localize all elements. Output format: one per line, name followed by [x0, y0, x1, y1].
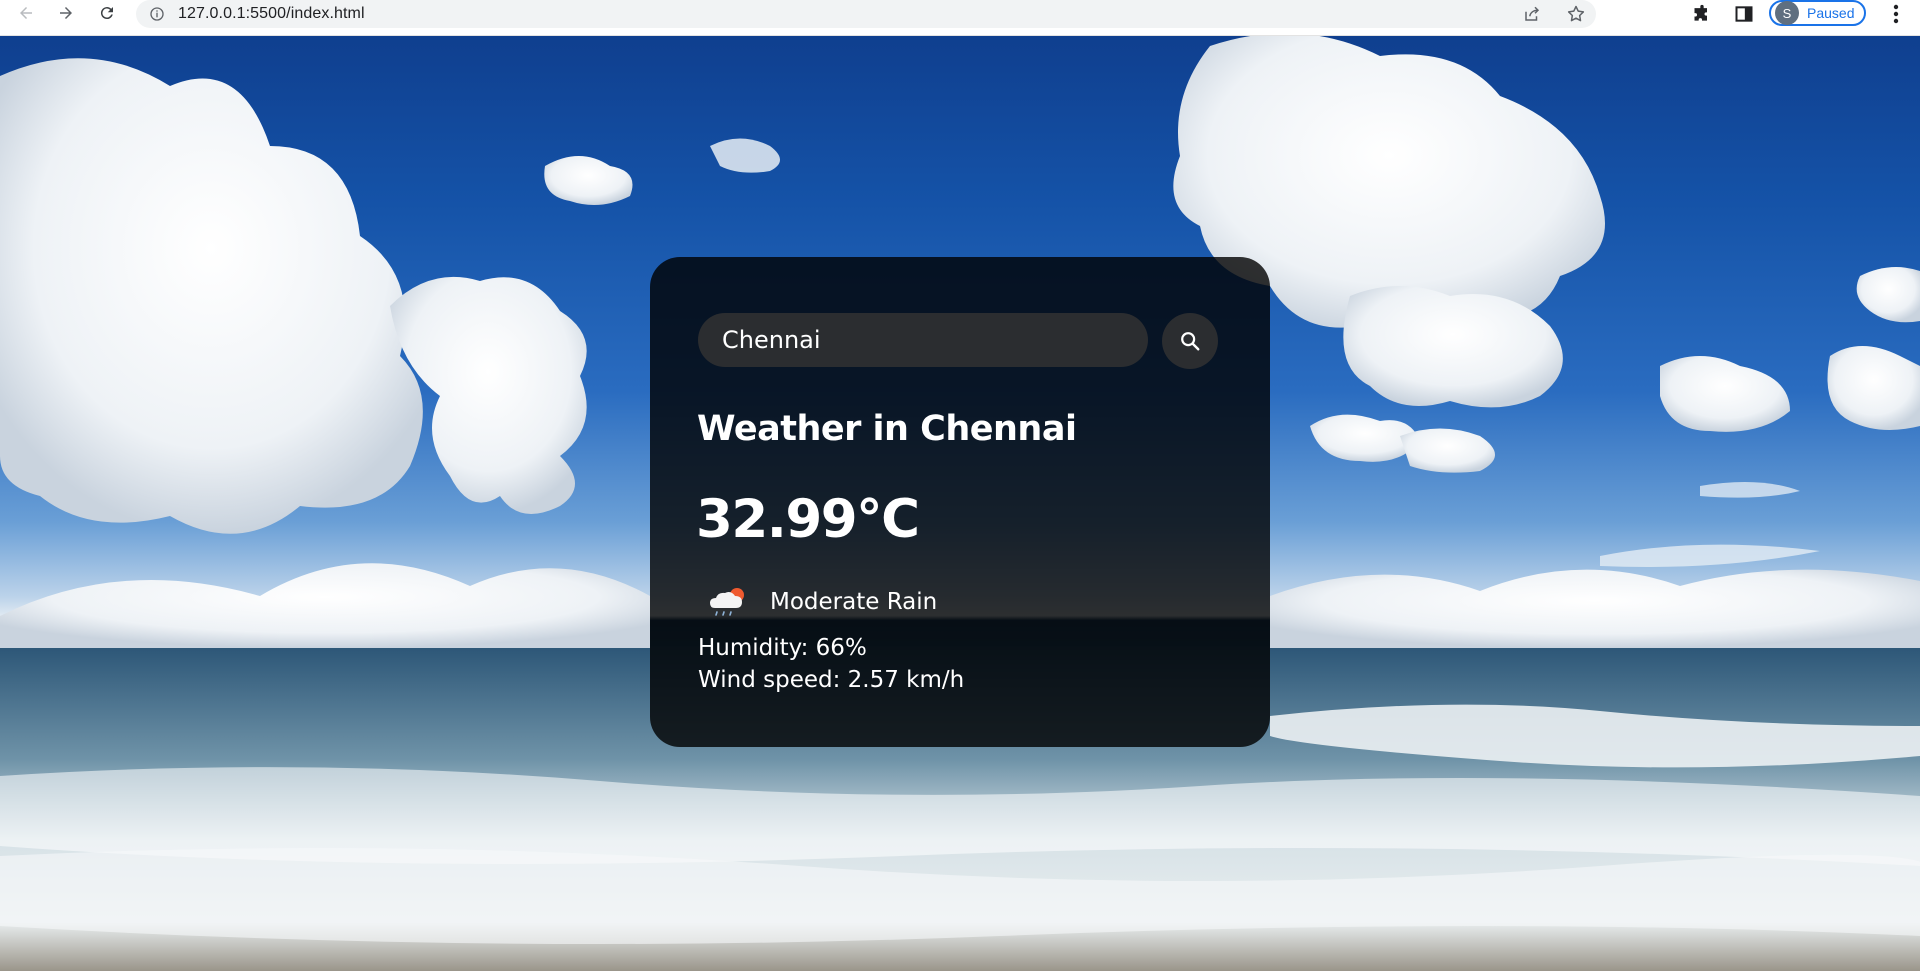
- puzzle-icon[interactable]: [1690, 2, 1714, 26]
- cloud-rain-icon: [698, 577, 758, 627]
- side-panel-icon[interactable]: [1732, 2, 1756, 26]
- url-text[interactable]: 127.0.0.1:5500/index.html: [178, 5, 365, 23]
- search-icon: [1181, 332, 1200, 351]
- avatar: S: [1775, 1, 1799, 25]
- info-icon[interactable]: [146, 3, 168, 25]
- reload-icon: [100, 7, 113, 20]
- search-bar: [698, 313, 1228, 369]
- city-heading: Weather in Chennai: [697, 409, 1077, 449]
- forward-button[interactable]: [46, 0, 86, 26]
- profile-status: Paused: [1807, 5, 1855, 21]
- browser-toolbar: 127.0.0.1:5500/index.html S Paused: [0, 0, 1920, 36]
- profile-button[interactable]: S Paused: [1769, 0, 1867, 26]
- temperature: 32.99°C: [696, 489, 920, 550]
- city-search-input[interactable]: [698, 313, 1148, 367]
- condition-row: Moderate Rain: [698, 577, 937, 627]
- back-button[interactable]: [6, 0, 46, 26]
- condition-text: Moderate Rain: [770, 589, 938, 615]
- reload-button[interactable]: [87, 0, 127, 26]
- back-arrow-icon: [20, 7, 32, 19]
- star-icon[interactable]: [1564, 2, 1588, 26]
- forward-arrow-icon: [60, 7, 72, 19]
- more-vert-icon[interactable]: [1884, 0, 1908, 28]
- search-button[interactable]: [1162, 313, 1218, 369]
- address-bar[interactable]: 127.0.0.1:5500/index.html: [136, 0, 1596, 28]
- weather-card: Weather in Chennai 32.99°C Moderate Rain…: [650, 257, 1270, 747]
- share-icon[interactable]: [1520, 2, 1544, 26]
- humidity-text: Humidity: 66%: [698, 635, 867, 661]
- wind-speed-text: Wind speed: 2.57 km/h: [698, 667, 965, 693]
